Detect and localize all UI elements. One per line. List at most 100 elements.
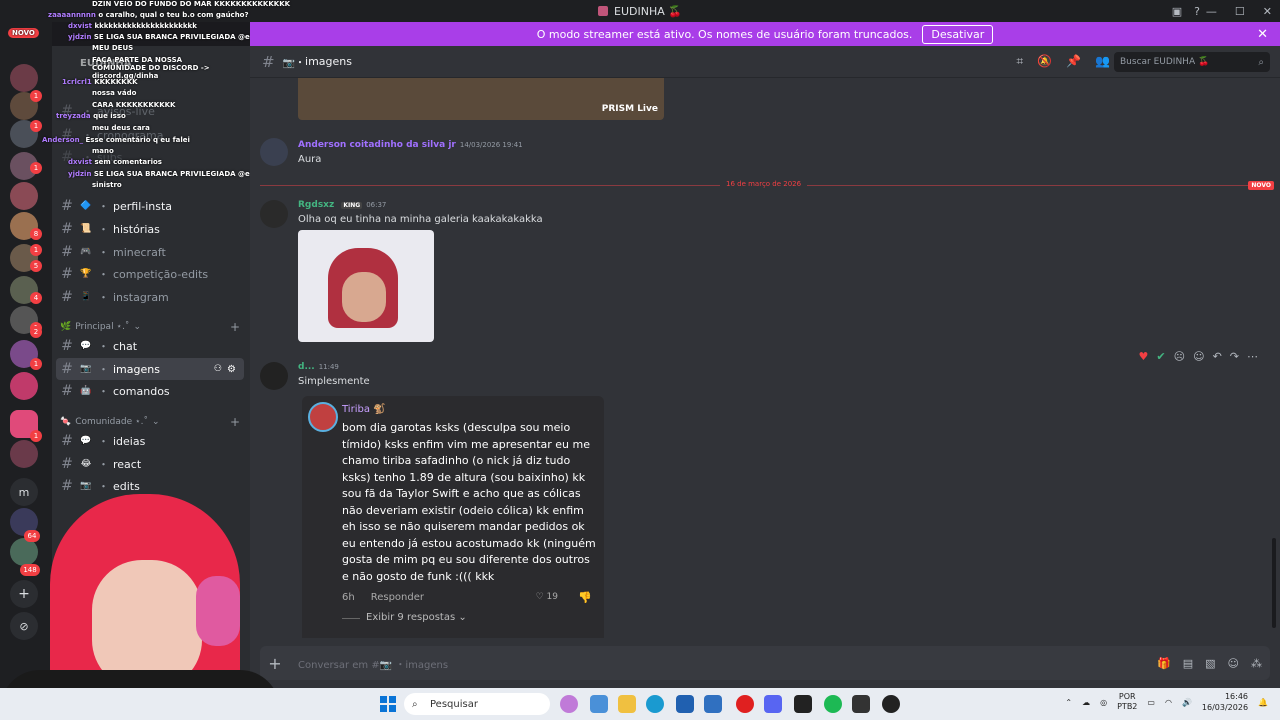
more-icon[interactable]: ⋯ (1247, 350, 1258, 363)
thread-line (342, 618, 360, 619)
avatar[interactable] (260, 138, 288, 166)
edge-icon[interactable] (646, 695, 664, 713)
gear-icon[interactable]: ⚙ (227, 364, 236, 375)
opera-icon[interactable] (736, 695, 754, 713)
store-icon[interactable] (590, 695, 608, 713)
message-input[interactable]: + Conversar em #📷 ・imagens 🎁 ▤ ▧ ☺ ⁂ (260, 646, 1270, 680)
calculator-icon[interactable] (676, 695, 694, 713)
add-member-icon[interactable]: ⚇ (214, 364, 222, 374)
folder-icon[interactable] (618, 695, 636, 713)
volume-icon[interactable]: 🔊 (1182, 698, 1192, 707)
message-text: Simplesmente (298, 376, 370, 387)
clock[interactable]: 16:46 16/03/2026 (1202, 691, 1248, 713)
server-icon[interactable] (10, 440, 38, 468)
add-channel-icon[interactable]: + (230, 320, 240, 334)
embedded-comment[interactable]: Tiriba 🐒 bom dia garotas ksks (desculpa … (302, 396, 604, 638)
taskbar: ⌕ Pesquisar ⌃ ☁ ◎ POR PTB2 ▭ ◠ 🔊 16:46 16/0… (0, 688, 1280, 720)
channel-item[interactable]: # 🏆 ・ competição-edits (56, 263, 244, 285)
help-icon[interactable]: ? (1194, 5, 1200, 18)
close-button[interactable]: ✕ (1263, 5, 1272, 18)
language-indicator[interactable]: POR PTB2 (1117, 692, 1137, 712)
search-input[interactable]: Buscar EUDINHA 🍒 ⌕ (1114, 52, 1270, 72)
overlay-line: yjdzin SE LIGA SUA BRANCA PRIVILEGIADA @… (68, 170, 281, 178)
channel-item[interactable]: # 💬 ・ chat (56, 335, 244, 357)
message-text: Olha oq eu tinha na minha galeria kaakak… (298, 214, 543, 225)
disable-button[interactable]: Desativar (922, 24, 994, 44)
notification-bell-icon[interactable]: 🔔 (1258, 698, 1268, 707)
avatar[interactable] (308, 402, 338, 432)
mention-badge: 8 (30, 228, 42, 240)
channel-emoji: 😂 (80, 459, 92, 469)
channel-item-active[interactable]: # 📷 ・ imagens ⚇ ⚙ (56, 358, 244, 380)
category-principal[interactable]: 🌿 Principal ⋆.˚ ⌄ + (60, 320, 244, 334)
category-comunidade[interactable]: 🍬 Comunidade ⋆.˚ ⌄ + (60, 415, 244, 429)
maximize-button[interactable]: ☐ (1235, 5, 1245, 18)
message-author[interactable]: Rgdsxz KING 06:37 (298, 200, 386, 210)
pin-icon[interactable]: 📌 (1066, 54, 1081, 69)
channel-label: comandos (113, 384, 170, 398)
cloud-icon[interactable]: ☁ (1082, 698, 1090, 707)
members-icon[interactable]: 👥 (1095, 54, 1110, 69)
server-icon[interactable] (10, 372, 38, 400)
channel-item[interactable]: # 📜 ・ histórias (56, 218, 244, 240)
channel-item[interactable]: # 📱 ・ instagram (56, 286, 244, 308)
taskbar-search[interactable]: ⌕ Pesquisar (404, 693, 550, 715)
emoji-icon[interactable]: ☺ (1228, 657, 1239, 670)
add-reaction-icon[interactable]: ☺ (1193, 350, 1204, 363)
scrollbar[interactable] (1272, 538, 1276, 628)
windows-start-icon[interactable] (380, 696, 396, 712)
chevron-down-icon: ⌄ (458, 612, 467, 623)
avatar[interactable] (260, 200, 288, 228)
image-attachment[interactable] (298, 230, 434, 342)
check-reaction-icon[interactable]: ✔ (1156, 350, 1165, 363)
channel-item[interactable]: # 🔷 ・ perfil-insta (56, 195, 244, 217)
overlay-line: zaaaannnnn o caralho, qual o teu b.o com… (48, 11, 249, 19)
close-icon[interactable]: ✕ (1257, 27, 1268, 42)
dislike-icon[interactable]: 👎 (578, 591, 592, 604)
channel-item[interactable]: # 💬 ・ ideias (56, 430, 244, 452)
reply-button[interactable]: Responder (371, 592, 424, 603)
video-app-icon[interactable] (852, 695, 870, 713)
app-icon[interactable] (704, 695, 722, 713)
mention-badge: 1 (30, 358, 42, 370)
wifi-icon[interactable]: ◠ (1165, 698, 1172, 707)
message-author[interactable]: d... 11:49 (298, 362, 339, 372)
apps-icon[interactable]: ⁂ (1251, 657, 1262, 670)
message-timestamp: 11:49 (318, 363, 339, 371)
camera-icon: 📷・ (282, 58, 306, 69)
channel-item[interactable]: # 🤖 ・ comandos (56, 380, 244, 402)
video-embed[interactable]: PRISM Live (298, 78, 664, 120)
mention-badge: 1 (30, 430, 42, 442)
reply-icon[interactable]: ↶ (1213, 350, 1222, 363)
channel-emoji: 🔷 (80, 201, 92, 211)
sad-reaction-icon[interactable]: ☹ (1174, 350, 1185, 363)
display-icon[interactable]: ▭ (1147, 698, 1155, 707)
heart-reaction-icon[interactable]: ♥ (1139, 350, 1149, 363)
threads-icon[interactable]: ⌗ (1016, 54, 1023, 69)
spotify-icon[interactable] (824, 695, 842, 713)
gift-icon[interactable]: 🎁 (1157, 657, 1171, 670)
channel-item[interactable]: # 🎮 ・ minecraft (56, 241, 244, 263)
channel-item[interactable]: # 😂 ・ react (56, 453, 244, 475)
notification-icon[interactable]: 🔕 (1037, 54, 1052, 69)
obs-icon[interactable] (882, 695, 900, 713)
network-icon[interactable]: ◎ (1100, 698, 1107, 707)
discord-icon[interactable] (764, 695, 782, 713)
channel-label: ideias (113, 434, 146, 448)
gif-icon[interactable]: ▤ (1183, 657, 1193, 670)
terminal-icon[interactable] (794, 695, 812, 713)
forward-icon[interactable]: ↷ (1230, 350, 1239, 363)
sticker-icon[interactable]: ▧ (1205, 657, 1215, 670)
streamer-mode-banner: O modo streamer está ativo. Os nomes de … (250, 22, 1280, 46)
comment-author[interactable]: Tiriba 🐒 (342, 404, 386, 415)
inbox-icon[interactable]: ▣ (1172, 5, 1182, 18)
like-button[interactable]: ♡ 19 (536, 592, 558, 602)
chevron-up-icon[interactable]: ⌃ (1065, 698, 1072, 707)
copilot-icon[interactable] (560, 695, 578, 713)
message-author[interactable]: Anderson coitadinho da silva jr 14/03/202… (298, 140, 523, 150)
add-channel-icon[interactable]: + (230, 415, 240, 429)
avatar[interactable] (260, 362, 288, 390)
minimize-button[interactable]: — (1206, 5, 1217, 18)
channel-title: imagens (305, 55, 352, 68)
view-replies-button[interactable]: Exibir 9 respostas ⌄ (366, 612, 467, 623)
